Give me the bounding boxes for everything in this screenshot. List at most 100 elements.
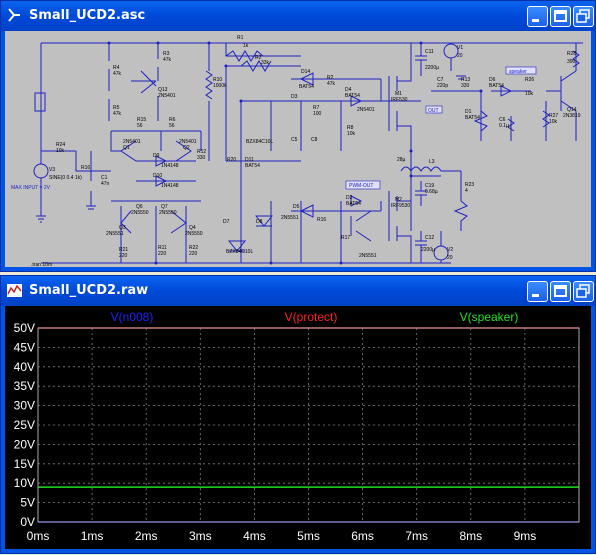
r5-value: 47k [113,111,122,117]
schematic-titlebar[interactable]: Small_UCD2.asc [1,1,595,31]
c5-label: C5 [291,137,298,143]
c12-label: C12 [425,235,434,241]
r10-value: 1000k [213,83,227,89]
waveform-titlebar[interactable]: Small_UCD2.raw [1,276,595,306]
restore-button[interactable] [573,6,594,27]
out-label: OUT [428,108,439,114]
c6-value: 0.1µ [499,123,509,129]
sine-spec: SINE(0 0.4 1k) [49,175,82,181]
r17-label: R17 [341,235,350,241]
q3-value: 2N5551 [106,231,124,237]
q7-value: 2N5550 [159,210,177,216]
waveform-icon [7,284,22,297]
v2-value: 20 [447,255,453,261]
r7-value: 100 [313,111,322,117]
plot-canvas[interactable]: V(n008) V(protect) V(speaker) 50V 45V 40V 35V… [5,306,593,551]
waveform-window: Small_UCD2.raw V(n008) V(protect) V(speake… [0,275,596,554]
x-tick-label: 5ms [297,529,320,543]
r6-value: 56 [169,123,175,129]
x-tick-label: 1ms [81,529,104,543]
restore-icon [576,284,590,298]
y-tick-label: 0V [20,515,35,529]
r28-value: 390 [567,59,576,65]
minimize-icon [532,19,539,22]
d10-value: 1N4148 [161,183,179,189]
d2-value: BAT54 [346,201,361,207]
q1-label: Q1 [123,145,130,151]
plot-area[interactable]: V(n008) V(protect) V(speaker) 50V 45V 40V 35V… [5,306,591,549]
r12-value: 330 [197,155,206,161]
r22-value: 220 [189,251,198,257]
q13-value: 2N5401 [158,93,176,99]
r1-value: 1k [243,43,249,49]
c8-label: C8 [311,137,318,143]
y-tick-label: 35V [14,379,35,393]
pwm-out-label: PWM-OUT [349,183,373,189]
y-tick-label: 5V [20,496,35,510]
maximize-button[interactable] [550,281,571,302]
d7-value: BZX84C10L [246,139,273,145]
r11-value: 220 [158,251,167,257]
trace-label[interactable]: V(protect) [285,310,338,324]
r13-value: 330 [461,83,470,89]
minimize-button[interactable] [527,281,548,302]
c19-value: 0.68µ [425,189,438,195]
r16b-label: R16 [317,217,326,223]
r23-value: 4 [465,188,468,194]
minimize-icon [532,294,539,297]
d9-label: D9 [153,153,160,159]
d1-value: BAT54 [465,115,480,121]
r1-label: R1 [237,35,244,41]
v1-value: 20 [457,53,463,59]
y-tick-label: 10V [14,476,35,490]
r20-label: R20 [227,157,236,163]
trace-label[interactable]: V(n008) [111,310,154,324]
c11-label: C11 [425,49,434,55]
y-tick-label: 45V [14,340,35,354]
q6-value: 2N5550 [131,210,149,216]
r21-value: 220 [119,253,128,259]
d6-value: BAT54 [489,83,504,89]
r4-value: 47k [113,71,122,77]
speaker-flag-label: speaker [509,69,527,75]
max-input-note: MAX INPUT = 2V [11,185,51,191]
r27-value: 10k [549,119,558,125]
d14-value: BAT54 [299,84,314,90]
maximize-button[interactable] [550,6,571,27]
y-tick-label: 50V [14,321,35,335]
restore-button[interactable] [573,281,594,302]
schematic-window: Small_UCD2.asc R1 1k R2 33k R4 47k R3 47… [0,0,596,272]
tran-directive: .tran 10m [31,262,52,268]
schematic-canvas[interactable]: R1 1k R2 33k R4 47k R3 47k R5 47k Q13 2N… [5,31,591,268]
restore-icon [576,9,590,23]
l3-label: L3 [429,159,435,165]
r3-value: 47k [163,57,172,63]
waveform-title: Small_UCD2.raw [29,283,149,298]
minimize-button[interactable] [527,6,548,27]
c12-value: 2200µ [421,247,435,253]
v3-label: V3 [49,167,55,173]
y-tick-label: 25V [14,418,35,432]
r2b-value: 47k [327,81,336,87]
d8-label: D8 [256,219,263,225]
y-tick-label: 15V [14,457,35,471]
x-tick-label: 8ms [459,529,482,543]
c11-value: 2200µ [425,65,439,71]
r2-value: 33k [261,60,270,66]
trace-label[interactable]: V(speaker) [460,310,519,324]
r8-value: 10k [347,131,356,137]
l2-value: 28µ [397,157,406,163]
d8-value: BZX84C10L [226,249,253,255]
x-tick-label: 6ms [351,529,374,543]
m1-value: IRF530 [391,97,408,103]
q4-value: 2N5550 [185,231,203,237]
c7-value: 220p [437,83,448,89]
q11-value: 2N5551 [359,253,377,259]
schematic-title: Small_UCD2.asc [29,8,146,23]
d9-value: 1N4148 [161,163,179,169]
y-tick-label: 20V [14,437,35,451]
v1-label: V1 [457,45,463,51]
q5-value: 2N5401 [357,107,375,113]
x-tick-label: 4ms [243,529,266,543]
d7-label: D7 [223,219,230,225]
